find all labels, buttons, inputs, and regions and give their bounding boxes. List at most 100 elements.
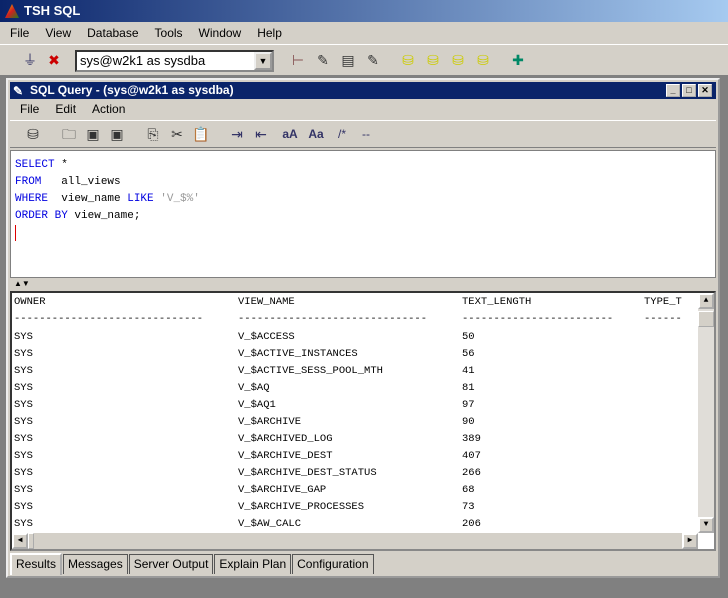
sql-text: view_name bbox=[48, 193, 128, 205]
sql-keyword: WHERE bbox=[15, 193, 49, 205]
table-cell: V_$ARCHIVE_DEST_STATUS bbox=[238, 467, 377, 479]
tab-configuration[interactable]: Configuration bbox=[292, 554, 374, 574]
db-download-icon[interactable]: ⛁ bbox=[424, 51, 442, 69]
minimize-button[interactable]: _ bbox=[666, 84, 680, 97]
sql-line: SELECT * bbox=[15, 157, 711, 174]
comment-line-button[interactable]: -- bbox=[354, 125, 378, 143]
table-cell: 56 bbox=[462, 348, 475, 360]
edit-script-icon[interactable]: ✎ bbox=[364, 51, 382, 69]
scroll-left-icon[interactable]: ◀ bbox=[12, 533, 28, 549]
table-cell: SYS bbox=[14, 501, 33, 513]
open-icon[interactable]: 🗀 bbox=[60, 125, 78, 143]
sql-query-window: ✎ SQL Query - (sys@w2k1 as sysdba) _ □ ✕… bbox=[6, 78, 720, 578]
table-cell: V_$AQ bbox=[238, 382, 270, 394]
maximize-button[interactable]: □ bbox=[682, 84, 696, 97]
sql-text: * bbox=[54, 159, 68, 171]
window-menu-bar: File Edit Action bbox=[10, 100, 716, 118]
sql-line: ORDER BY view_name; bbox=[15, 208, 711, 225]
menu-tools[interactable]: Tools bbox=[149, 26, 189, 40]
sql-line: FROM all_views bbox=[15, 174, 711, 191]
table-cell: V_$ARCHIVE bbox=[238, 416, 302, 428]
sql-keyword: LIKE bbox=[127, 193, 154, 205]
text-caret bbox=[15, 225, 16, 241]
menu-window[interactable]: Window bbox=[193, 26, 248, 40]
window-toolbar: ⛁ 🗀 ▣ ▣ ⎘ ✂ 📋 ⇥ ⇤ aA Aa /* -- bbox=[10, 120, 716, 148]
column-header: VIEW_NAME bbox=[238, 296, 295, 308]
window-menu-action[interactable]: Action bbox=[86, 102, 131, 116]
header-separator: ------------------------ bbox=[462, 313, 614, 325]
table-cell: V_$ACTIVE_SESS_POOL_MTH bbox=[238, 365, 383, 377]
sql-text-icon[interactable]: ▤ bbox=[339, 51, 357, 69]
vertical-scrollbar[interactable]: ▲ ▼ bbox=[698, 293, 714, 533]
sql-query-icon: ✎ bbox=[13, 84, 24, 98]
table-cell: 73 bbox=[462, 501, 475, 513]
sql-keyword: FROM bbox=[15, 176, 42, 188]
connection-select[interactable]: sys@w2k1 as sysdba ▼ bbox=[75, 50, 274, 72]
copy-icon[interactable]: ⎘ bbox=[144, 125, 162, 143]
sql-line: WHERE view_name LIKE 'V_$%' bbox=[15, 191, 711, 208]
table-cell: V_$ARCHIVE_GAP bbox=[238, 484, 327, 496]
save-as-icon[interactable]: ▣ bbox=[108, 125, 126, 143]
menu-help[interactable]: Help bbox=[251, 26, 288, 40]
window-menu-file[interactable]: File bbox=[14, 102, 45, 116]
table-cell: SYS bbox=[14, 365, 33, 377]
table-cell: V_$ACCESS bbox=[238, 331, 295, 343]
column-header: TEXT_LENGTH bbox=[462, 296, 532, 308]
app-toolbar: ⏚ ✖ sys@w2k1 as sysdba ▼ ⊢ ✎ ▤ ✎ ⛁ ⛁ ⛁ ⛁ … bbox=[0, 44, 728, 76]
table-cell: SYS bbox=[14, 450, 33, 462]
table-cell: 407 bbox=[462, 450, 481, 462]
db-upload-icon[interactable]: ⛁ bbox=[399, 51, 417, 69]
sql-editor-icon[interactable]: ✎ bbox=[314, 51, 332, 69]
table-cell: 41 bbox=[462, 365, 475, 377]
lowercase-button[interactable]: aA bbox=[278, 125, 302, 143]
table-cell: V_$AW_CALC bbox=[238, 518, 302, 530]
app-title: TSH SQL bbox=[24, 3, 81, 18]
table-cell: SYS bbox=[14, 518, 33, 530]
schema-browser-icon[interactable]: ⊢ bbox=[289, 51, 307, 69]
chevron-down-icon[interactable]: ▼ bbox=[254, 52, 272, 70]
table-cell: V_$AQ1 bbox=[238, 399, 276, 411]
menu-database[interactable]: Database bbox=[81, 26, 144, 40]
scroll-down-icon[interactable]: ▼ bbox=[698, 517, 714, 533]
db-lock-icon[interactable]: ⛁ bbox=[474, 51, 492, 69]
tab-results[interactable]: Results bbox=[10, 553, 63, 575]
hscroll-thumb[interactable] bbox=[28, 533, 34, 549]
close-button[interactable]: ✕ bbox=[698, 84, 712, 97]
db-export-icon[interactable]: ⛁ bbox=[449, 51, 467, 69]
tab-server-output[interactable]: Server Output bbox=[128, 554, 214, 574]
menu-file[interactable]: File bbox=[4, 26, 35, 40]
scroll-right-icon[interactable]: ▶ bbox=[682, 533, 698, 549]
header-separator: ------ bbox=[644, 313, 682, 325]
splitter[interactable]: ▲▼ bbox=[10, 279, 716, 289]
cut-icon[interactable]: ✂ bbox=[168, 125, 186, 143]
horizontal-scrollbar[interactable]: ◀ ▶ bbox=[12, 533, 698, 549]
comment-block-button[interactable]: /* bbox=[330, 125, 354, 143]
scroll-up-icon[interactable]: ▲ bbox=[698, 293, 714, 309]
table-cell: 266 bbox=[462, 467, 481, 479]
table-cell: SYS bbox=[14, 382, 33, 394]
table-cell: 90 bbox=[462, 416, 475, 428]
menu-view[interactable]: View bbox=[39, 26, 77, 40]
window-title: SQL Query - (sys@w2k1 as sysdba) bbox=[30, 83, 234, 97]
save-icon[interactable]: ▣ bbox=[84, 125, 102, 143]
splitter-arrows-icon[interactable]: ▲▼ bbox=[14, 279, 30, 288]
uppercase-button[interactable]: Aa bbox=[304, 125, 328, 143]
execute-icon[interactable]: ⛁ bbox=[24, 125, 42, 143]
disconnect-icon[interactable]: ✖ bbox=[45, 51, 63, 69]
tab-explain-plan[interactable]: Explain Plan bbox=[214, 554, 292, 574]
column-header: TYPE_T bbox=[644, 296, 682, 308]
table-cell: 97 bbox=[462, 399, 475, 411]
sql-keyword: SELECT bbox=[15, 159, 55, 171]
scroll-thumb[interactable] bbox=[698, 311, 714, 327]
app-title-bar: TSH SQL bbox=[0, 0, 728, 22]
window-menu-edit[interactable]: Edit bbox=[49, 102, 82, 116]
connect-icon[interactable]: ⏚ bbox=[21, 51, 39, 69]
paste-icon[interactable]: 📋 bbox=[192, 125, 210, 143]
indent-icon[interactable]: ⇥ bbox=[228, 125, 246, 143]
tab-messages[interactable]: Messages bbox=[63, 554, 128, 574]
table-cell: SYS bbox=[14, 433, 33, 445]
table-cell: 389 bbox=[462, 433, 481, 445]
sql-editor[interactable]: SELECT * FROM all_views WHERE view_name … bbox=[10, 150, 716, 278]
unindent-icon[interactable]: ⇤ bbox=[252, 125, 270, 143]
add-user-icon[interactable]: ✚ bbox=[509, 51, 527, 69]
